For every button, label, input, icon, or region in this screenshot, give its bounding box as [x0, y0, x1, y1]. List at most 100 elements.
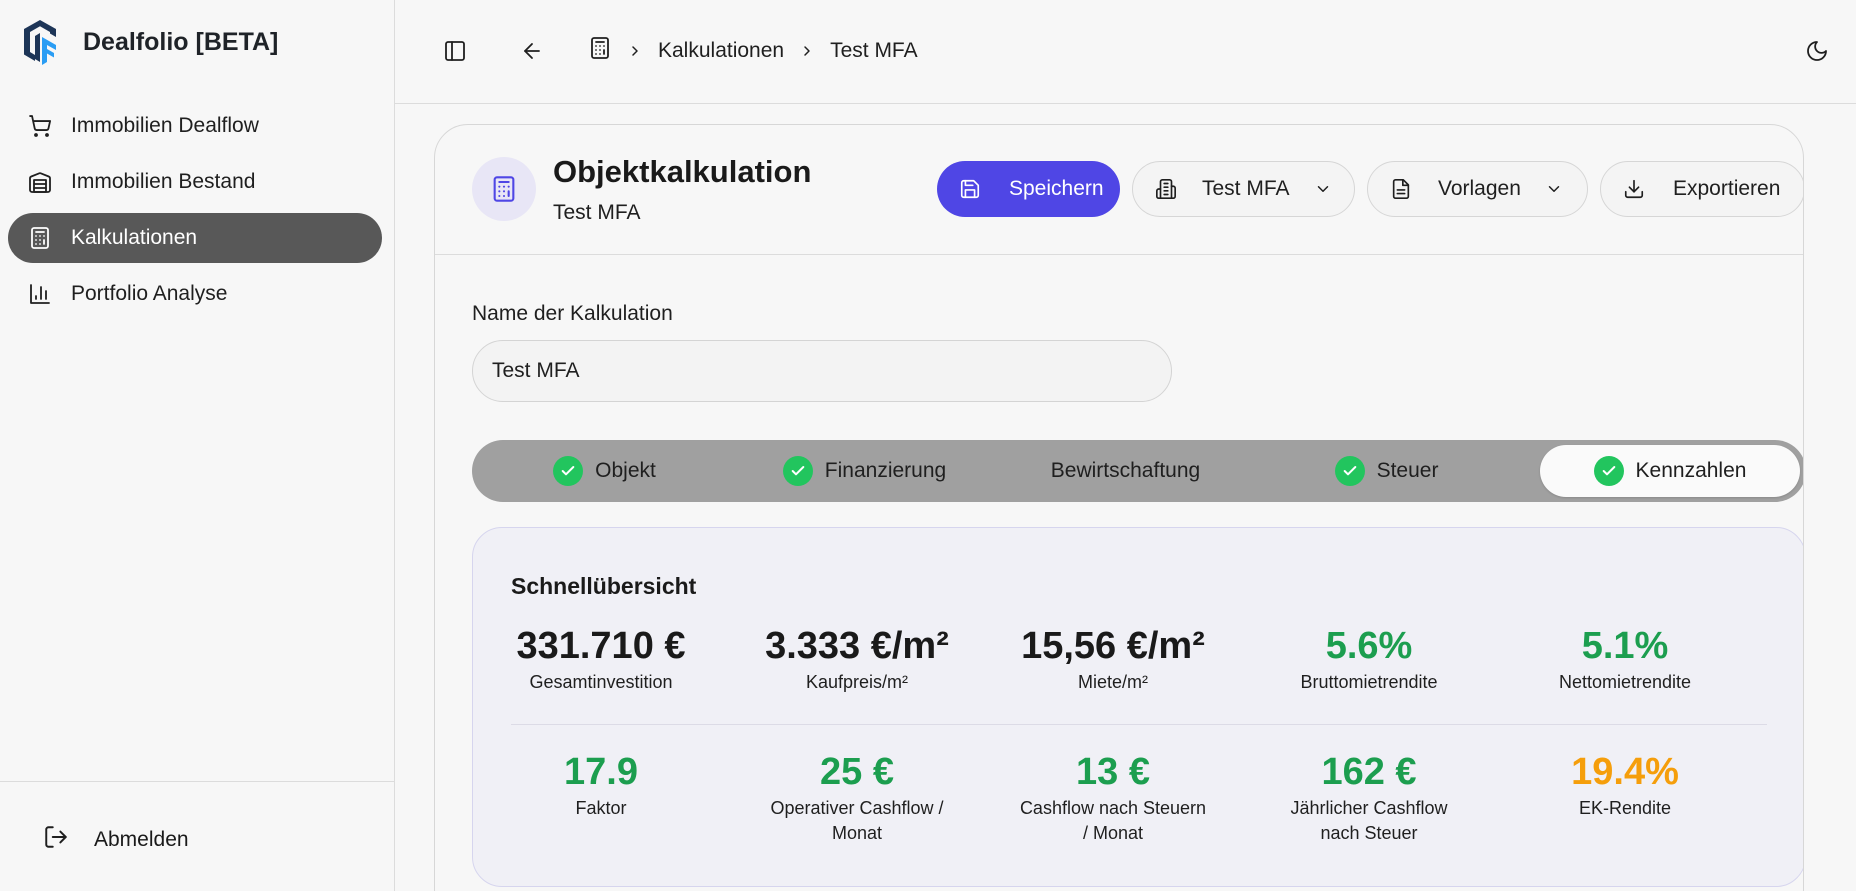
kpi-value: 19.4% [1571, 751, 1679, 793]
kpi-value: 25 € [820, 751, 894, 793]
kpi-value: 5.6% [1325, 625, 1413, 667]
kpi-value: 3.333 €/m² [765, 625, 949, 667]
calculation-card: Objektkalkulation Test MFA Speichern Tes… [434, 124, 1804, 891]
quick-overview: Schnellübersicht 331.710 € Gesamtinvesti… [472, 527, 1803, 887]
chevron-right-icon [627, 43, 643, 59]
kpi-value: 5.1% [1581, 625, 1669, 667]
check-icon [1334, 456, 1365, 486]
kpi-miete-m2: 15,56 €/m² Miete/m² [985, 624, 1241, 695]
kpi-nettomietrendite: 5.1% Nettomietrendite [1497, 624, 1753, 695]
breadcrumb: Kalkulationen Test MFA [588, 36, 918, 66]
sidebar-item-label: Immobilien Bestand [71, 170, 256, 193]
breadcrumb-current: Test MFA [830, 39, 918, 62]
sidebar-nav: Immobilien Dealflow Immobilien Bestand K… [8, 101, 382, 325]
property-select-value: Test MFA [1202, 177, 1290, 200]
arrow-left-icon [524, 43, 540, 59]
card-header: Objektkalkulation Test MFA Speichern Tes… [435, 125, 1803, 255]
cart-icon [26, 112, 54, 140]
sidebar-item-label: Kalkulationen [71, 226, 198, 249]
templates-label: Vorlagen [1438, 177, 1521, 200]
kpi-bruttomietrendite: 5.6% Bruttomietrendite [1241, 624, 1497, 695]
file-text-icon [1388, 176, 1414, 202]
sidebar-item-immobilien-dealflow[interactable]: Immobilien Dealflow [8, 101, 382, 151]
sidebar-toggle-icon [445, 41, 465, 61]
chevron-down-icon [1545, 180, 1563, 198]
sidebar-footer: Abmelden [0, 781, 394, 891]
check-icon [553, 456, 584, 486]
kpi-label: Nettomietrendite [1558, 672, 1692, 692]
kpi-value: 162 € [1321, 751, 1417, 793]
sidebar-item-kalkulationen[interactable]: Kalkulationen [8, 213, 382, 263]
kpi-operativer-cashflow: 25 € Operativer Cashflow / Monat [729, 750, 985, 846]
tab-objekt[interactable]: Objekt [477, 445, 732, 497]
templates-select[interactable]: Vorlagen [1367, 161, 1588, 217]
property-select[interactable]: Test MFA [1132, 161, 1355, 217]
app-name: Dealfolio [BETA] [83, 27, 279, 56]
breadcrumb-link-kalkulationen[interactable]: Kalkulationen [658, 39, 784, 63]
kpi-value: 15,56 €/m² [1021, 625, 1205, 667]
tab-steuer[interactable]: Steuer [1259, 445, 1514, 497]
export-label: Exportieren [1673, 177, 1781, 200]
tab-kennzahlen[interactable]: Kennzahlen [1540, 445, 1800, 497]
export-button[interactable]: Exportieren [1600, 161, 1803, 217]
kpi-label: Jährlicher Cashflow nach Steuer [1290, 798, 1448, 843]
overview-title: Schnellübersicht [511, 573, 697, 599]
tab-label: Objekt [595, 459, 656, 482]
dealfolio-logo-icon [24, 20, 56, 65]
page-subtitle: Test MFA [553, 201, 641, 224]
kpi-value: 331.710 € [516, 625, 686, 667]
tab-label: Steuer [1376, 459, 1439, 482]
topbar: Kalkulationen Test MFA [395, 0, 1856, 104]
kpi-label: Faktor [575, 798, 627, 818]
kpi-label: Operativer Cashflow / Monat [770, 798, 944, 843]
tab-label: Kennzahlen [1635, 459, 1747, 482]
chevron-right-icon [799, 43, 815, 59]
kpi-cashflow-nach-steuern: 13 € Cashflow nach Steuern / Monat [985, 750, 1241, 846]
check-icon [1593, 456, 1624, 486]
download-icon [1621, 176, 1647, 202]
brand[interactable]: Dealfolio [BETA] [22, 18, 278, 66]
kpi-label: Kaufpreis/m² [805, 672, 909, 692]
save-icon [957, 176, 983, 202]
kpi-jaehrlicher-cashflow: 162 € Jährlicher Cashflow nach Steuer [1241, 750, 1497, 846]
check-icon [782, 456, 813, 486]
kpi-value: 13 € [1076, 751, 1150, 793]
sidebar-item-immobilien-bestand[interactable]: Immobilien Bestand [8, 157, 382, 207]
logout-icon [43, 824, 69, 856]
tab-finanzierung[interactable]: Finanzierung [737, 445, 992, 497]
building-icon [1153, 176, 1179, 202]
divider [511, 724, 1767, 725]
kpi-label: Bruttomietrendite [1300, 672, 1438, 692]
kpi-gesamtinvestition: 331.710 € Gesamtinvestition [473, 624, 729, 695]
kpi-label: Gesamtinvestition [529, 672, 673, 692]
tab-label: Finanzierung [824, 459, 947, 482]
chevron-down-icon [1314, 180, 1332, 198]
calculation-name-input[interactable] [472, 340, 1172, 402]
step-tabs: Objekt Finanzierung Bewirtschaftung Steu… [472, 440, 1803, 502]
calculator-icon [588, 36, 612, 66]
kpi-kaufpreis-m2: 3.333 €/m² Kaufpreis/m² [729, 624, 985, 695]
moon-icon [1807, 41, 1827, 61]
toggle-sidebar-button[interactable] [440, 36, 470, 66]
kpi-label: Cashflow nach Steuern / Monat [1019, 798, 1207, 843]
sidebar-item-portfolio-analyse[interactable]: Portfolio Analyse [8, 269, 382, 319]
kpi-label: Miete/m² [1077, 672, 1148, 692]
calculator-icon [472, 157, 536, 221]
logout-button[interactable]: Abmelden [43, 824, 189, 856]
kpi-label: EK-Rendite [1578, 798, 1672, 818]
sidebar-item-label: Immobilien Dealflow [71, 114, 259, 137]
kpi-faktor: 17.9 Faktor [473, 750, 729, 821]
back-button[interactable] [517, 36, 547, 66]
kpi-ek-rendite: 19.4% EK-Rendite [1497, 750, 1753, 821]
kpi-value: 17.9 [564, 751, 638, 793]
tab-bewirtschaftung[interactable]: Bewirtschaftung [997, 445, 1254, 497]
warehouse-icon [26, 168, 54, 196]
sidebar: Dealfolio [BETA] Immobilien Dealflow Imm… [0, 0, 395, 891]
theme-toggle-button[interactable] [1802, 36, 1832, 66]
tab-label: Bewirtschaftung [1050, 459, 1201, 482]
name-field-label: Name der Kalkulation [472, 302, 673, 325]
bar-chart-icon [26, 280, 54, 308]
sidebar-item-label: Portfolio Analyse [71, 282, 228, 305]
save-button[interactable]: Speichern [937, 161, 1120, 217]
save-button-label: Speichern [1009, 177, 1104, 200]
